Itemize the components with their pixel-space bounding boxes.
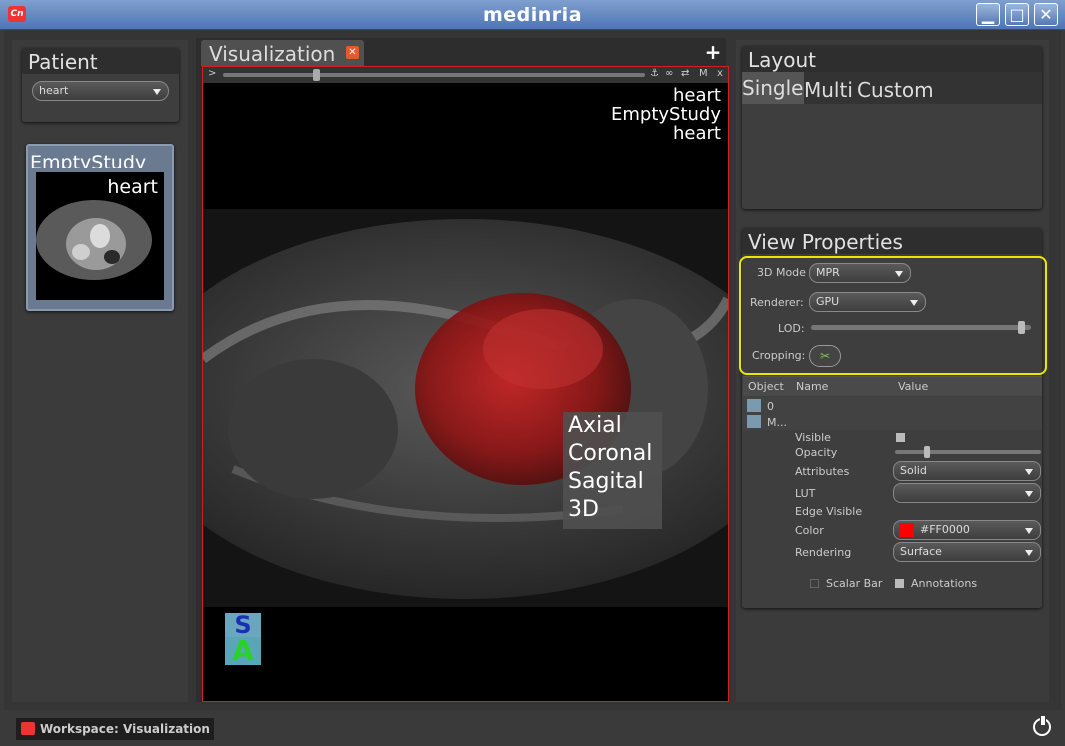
layout-tabbar: Single Multi Custom <box>742 72 1042 104</box>
column-object: Object <box>748 380 784 393</box>
maximize-view-button[interactable]: M <box>699 68 708 79</box>
chevron-down-icon <box>1025 528 1033 534</box>
chevron-down-icon <box>153 89 161 95</box>
overlay-study: EmptyStudy <box>610 104 721 125</box>
layer-icon <box>747 399 761 412</box>
column-name: Name <box>796 380 829 393</box>
close-icon[interactable]: ✕ <box>1034 3 1058 26</box>
opacity-label: Opacity <box>795 446 838 459</box>
lut-label: LUT <box>795 487 816 500</box>
opacity-slider[interactable] <box>895 446 1041 458</box>
rendering-select[interactable]: Surface <box>893 542 1041 562</box>
window-title: medinria <box>482 4 583 26</box>
thumbnail-label: heart <box>107 176 158 198</box>
orientation-menu: Axial Coronal Sagital 3D <box>563 412 662 529</box>
visible-label: Visible <box>795 431 831 444</box>
patient-select-value: heart <box>39 84 69 97</box>
tab-single[interactable]: Single <box>742 72 804 104</box>
renderer-label: Renderer: <box>750 296 804 309</box>
layer-1[interactable]: M... <box>767 416 787 429</box>
cropping-toggle-icon[interactable]: ✂ <box>809 345 841 367</box>
view-properties-header: View Properties <box>742 228 1042 254</box>
slice-slider[interactable] <box>223 69 645 81</box>
color-swatch <box>899 523 914 537</box>
orientation-coronal[interactable]: Coronal <box>568 440 662 468</box>
add-view-button[interactable]: + <box>701 42 725 64</box>
workspace-label: Workspace: Visualization <box>40 722 210 736</box>
tab-visualization[interactable]: Visualization ✕ <box>201 40 364 66</box>
layout-header: Layout <box>742 46 1042 72</box>
layout-panel: Layout Single Multi Custom <box>742 46 1042 209</box>
chevron-down-icon <box>1025 550 1033 556</box>
chevron-down-icon <box>1025 469 1033 475</box>
orientation-cube: S A <box>225 613 261 665</box>
annotations-label: Annotations <box>911 577 978 590</box>
tab-close-icon[interactable]: ✕ <box>346 46 359 59</box>
cube-front-face: A <box>225 637 261 665</box>
layer-list: 0 M... <box>743 397 1042 430</box>
study-card[interactable]: EmptyStudy heart <box>26 144 174 311</box>
scalar-bar-checkbox[interactable] <box>810 579 819 588</box>
chevron-down-icon <box>910 300 918 306</box>
mode-value: MPR <box>816 266 840 279</box>
left-sidebar: Patient heart EmptyStudy heart <box>12 40 188 702</box>
mode-label: 3D Mode <box>757 266 806 279</box>
patient-select[interactable]: heart <box>32 81 169 101</box>
rendering-value: Surface <box>900 545 942 558</box>
workspace-button[interactable]: Workspace: Visualization <box>16 718 214 740</box>
rendering-label: Rendering <box>795 546 852 559</box>
attributes-select[interactable]: Solid <box>893 461 1041 481</box>
attributes-label: Attributes <box>795 465 850 478</box>
orientation-axial[interactable]: Axial <box>568 412 662 440</box>
color-select[interactable]: #FF0000 <box>893 520 1041 540</box>
title-bar: Cn medinria ▁ □ ✕ <box>0 0 1065 30</box>
visible-checkbox[interactable] <box>896 433 905 442</box>
patient-header: Patient <box>22 48 179 74</box>
chevron-down-icon <box>1025 491 1033 497</box>
lod-label: LOD: <box>778 322 805 335</box>
chevron-down-icon <box>895 271 903 277</box>
patient-panel: Patient heart <box>22 48 179 122</box>
scalar-bar-label: Scalar Bar <box>826 577 883 590</box>
renderer-select[interactable]: GPU <box>809 292 926 312</box>
overlay-series: heart <box>673 123 721 144</box>
minimize-icon[interactable]: ▁ <box>976 3 1000 26</box>
tab-multi[interactable]: Multi <box>804 74 853 106</box>
attributes-value: Solid <box>900 464 927 477</box>
color-value: #FF0000 <box>920 523 970 536</box>
anchor-icon[interactable]: ⚓ <box>650 68 659 79</box>
overlay-patient: heart <box>673 85 721 106</box>
cropping-label: Cropping: <box>752 349 806 362</box>
slice-slider-thumb[interactable] <box>313 69 320 81</box>
tab-custom[interactable]: Custom <box>857 74 934 106</box>
layer-0[interactable]: 0 <box>767 400 774 413</box>
maximize-icon[interactable]: □ <box>1005 3 1029 26</box>
lod-slider-thumb[interactable] <box>1017 321 1025 334</box>
view-toolbar: > ⚓ ∞ ⇄ M x <box>203 67 728 83</box>
study-thumbnail[interactable]: heart <box>36 172 164 300</box>
link-position-icon[interactable]: ⇄ <box>681 68 689 79</box>
mode-select[interactable]: MPR <box>809 263 911 283</box>
color-label: Color <box>795 524 824 537</box>
status-bar: Workspace: Visualization <box>0 710 1065 746</box>
workspace-icon <box>21 722 35 735</box>
lod-slider[interactable] <box>811 321 1031 334</box>
annotations-checkbox[interactable] <box>895 579 904 588</box>
power-icon[interactable] <box>1033 716 1051 736</box>
opacity-slider-thumb[interactable] <box>924 446 930 458</box>
tab-label: Visualization <box>209 42 336 66</box>
study-label: EmptyStudy <box>30 152 147 168</box>
view-frame[interactable]: > ⚓ ∞ ⇄ M x heart EmptyStudy heart Axial… <box>202 66 729 702</box>
link-icon[interactable]: ∞ <box>665 68 673 79</box>
orientation-3d[interactable]: 3D <box>568 496 662 524</box>
column-value: Value <box>898 380 929 393</box>
edge-visible-label: Edge Visible <box>795 505 863 518</box>
layer-table-header: Object Name Value <box>743 376 1042 396</box>
lut-select[interactable] <box>893 483 1041 503</box>
close-view-button[interactable]: x <box>717 68 723 79</box>
toolbar-expand-button[interactable]: > <box>208 68 216 79</box>
renderer-value: GPU <box>816 295 840 308</box>
orientation-sagital[interactable]: Sagital <box>568 468 662 496</box>
layer-icon <box>747 415 761 428</box>
